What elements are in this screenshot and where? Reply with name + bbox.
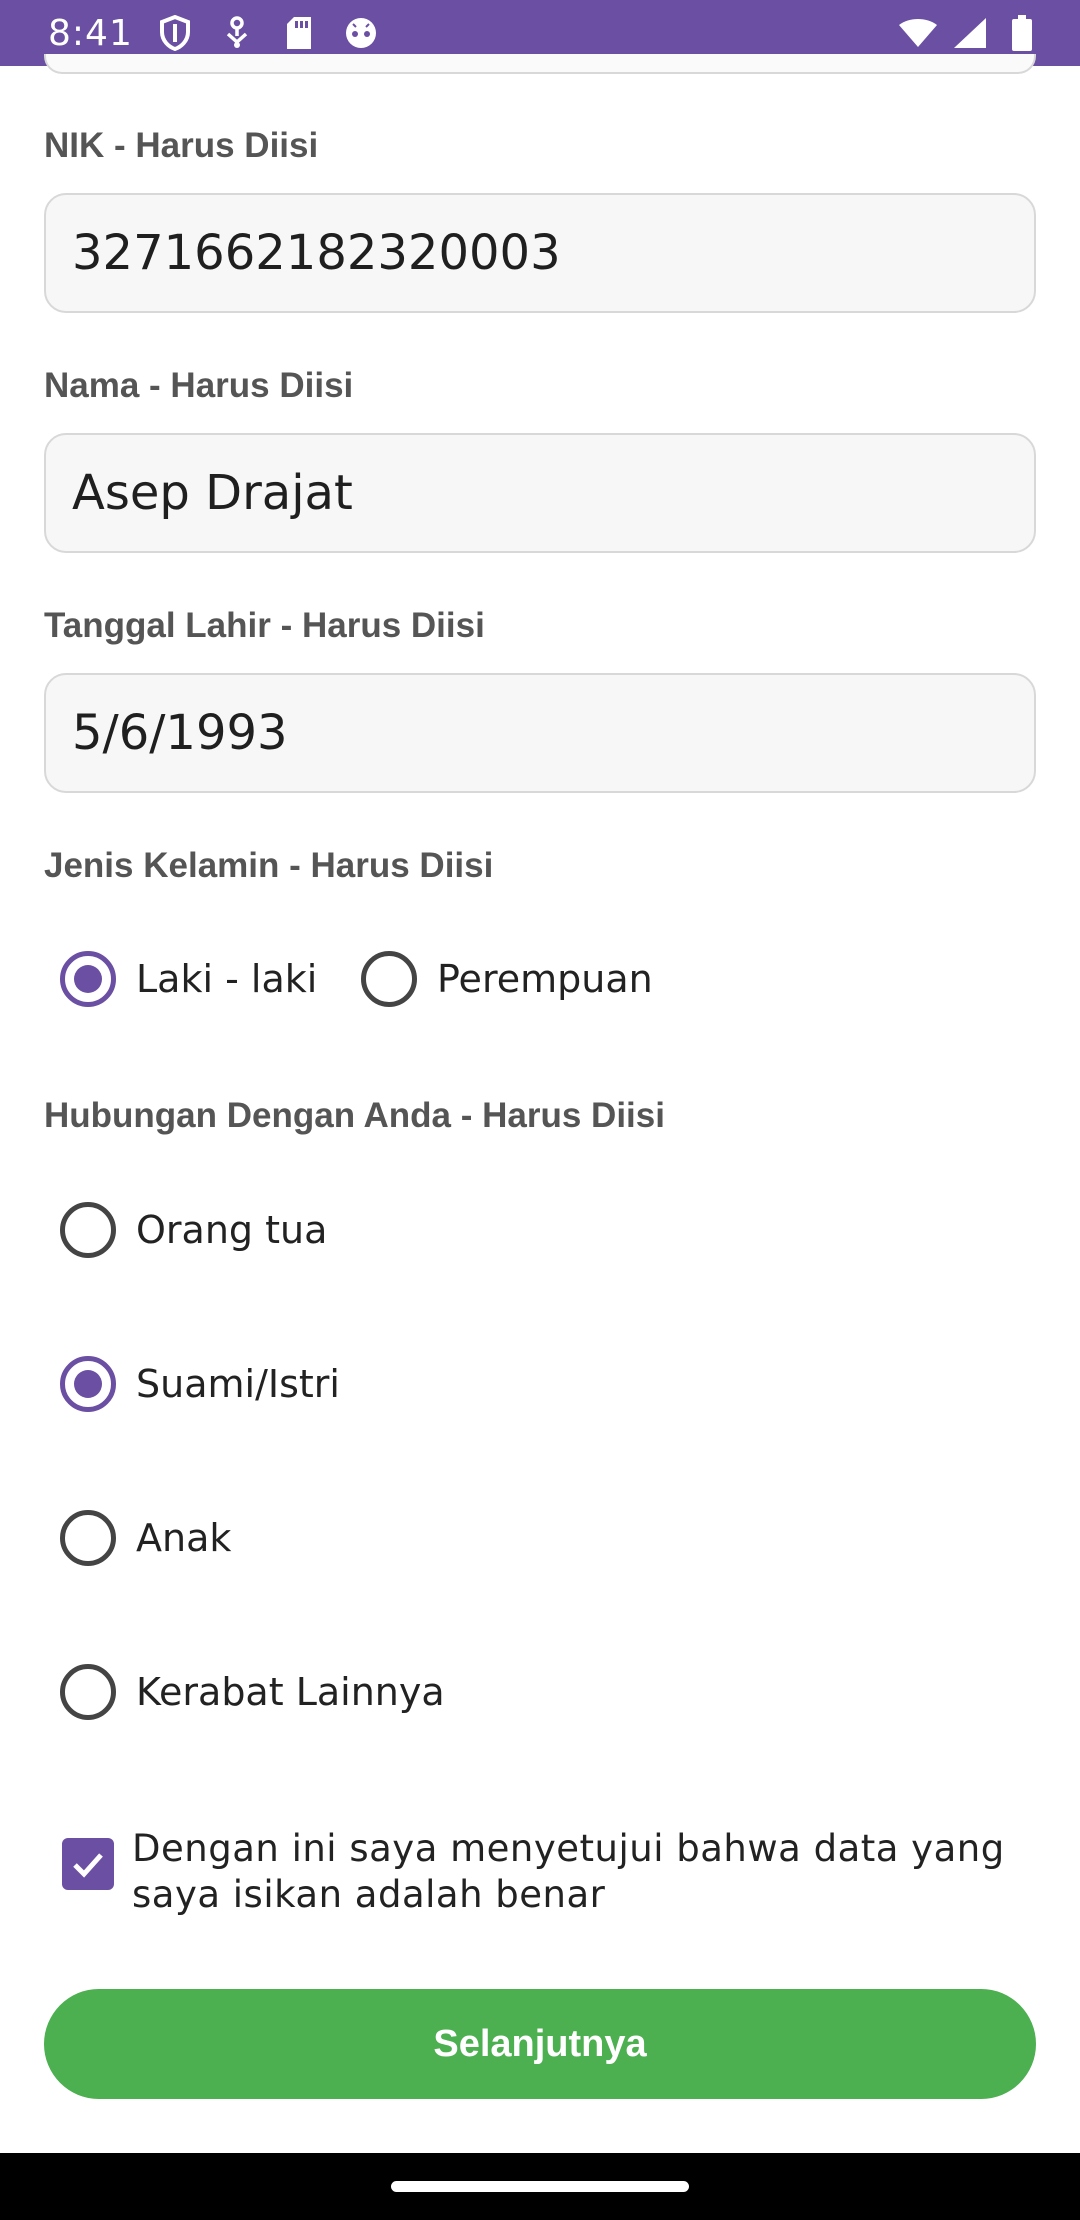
agreement-text: Dengan ini saya menyetujui bahwa data ya… (132, 1827, 1005, 1916)
radio-button-checked[interactable] (60, 951, 116, 1007)
jenis-kelamin-label: Jenis Kelamin - Harus Diisi (44, 846, 494, 885)
nik-value: 3271662182320003 (72, 225, 561, 281)
next-button[interactable]: Selanjutnya (44, 1989, 1036, 2099)
radio-label: Laki - laki (136, 957, 318, 1001)
radio-label: Anak (136, 1516, 232, 1560)
status-left: 8:41 (48, 13, 381, 54)
radio-option-laki-laki[interactable]: Laki - laki (60, 951, 317, 1007)
nik-field[interactable]: 3271662182320003 (44, 193, 1036, 313)
navigation-bar (0, 2153, 1080, 2220)
nik-label: NIK - Harus Diisi (44, 126, 319, 165)
status-time: 8:41 (48, 12, 133, 54)
hubungan-label: Hubungan Dengan Anda - Harus Diisi (44, 1096, 665, 1135)
signal-icon (950, 13, 990, 53)
tanggal-lahir-label: Tanggal Lahir - Harus Diisi (44, 606, 485, 645)
radio-button[interactable] (60, 1202, 116, 1258)
radio-label: Suami/Istri (136, 1362, 340, 1406)
nama-value: Asep Drajat (72, 465, 353, 521)
usb-debug-icon (217, 13, 257, 53)
radio-label: Perempuan (437, 957, 653, 1001)
radio-label: Orang tua (136, 1208, 328, 1252)
radio-button[interactable] (60, 1664, 116, 1720)
tanggal-lahir-value: 5/6/1993 (72, 705, 288, 761)
radio-button[interactable] (361, 951, 417, 1007)
sd-card-icon (279, 13, 319, 53)
radio-option-suami-istri[interactable]: Suami/Istri (60, 1356, 340, 1412)
android-icon (341, 13, 381, 53)
agreement-row[interactable]: Dengan ini saya menyetujui bahwa data ya… (62, 1826, 1042, 1918)
check-icon (73, 1853, 103, 1878)
home-handle[interactable] (391, 2181, 689, 2192)
status-right (898, 13, 1042, 53)
shield-icon (155, 13, 195, 53)
radio-option-orang-tua[interactable]: Orang tua (60, 1202, 327, 1258)
radio-label: Kerabat Lainnya (136, 1670, 445, 1714)
battery-icon (1002, 13, 1042, 53)
screen: 8:41 NIK - Harus Diisi 3271662182320003 … (0, 0, 1080, 2220)
radio-button[interactable] (60, 1510, 116, 1566)
previous-field-edge[interactable] (44, 54, 1036, 74)
tanggal-lahir-field[interactable]: 5/6/1993 (44, 673, 1036, 793)
agreement-checkbox[interactable] (62, 1838, 114, 1890)
radio-option-kerabat-lainnya[interactable]: Kerabat Lainnya (60, 1664, 445, 1720)
radio-option-perempuan[interactable]: Perempuan (361, 951, 653, 1007)
wifi-icon (898, 13, 938, 53)
nama-field[interactable]: Asep Drajat (44, 433, 1036, 553)
radio-option-anak[interactable]: Anak (60, 1510, 231, 1566)
nama-label: Nama - Harus Diisi (44, 366, 354, 405)
radio-button-checked[interactable] (60, 1356, 116, 1412)
